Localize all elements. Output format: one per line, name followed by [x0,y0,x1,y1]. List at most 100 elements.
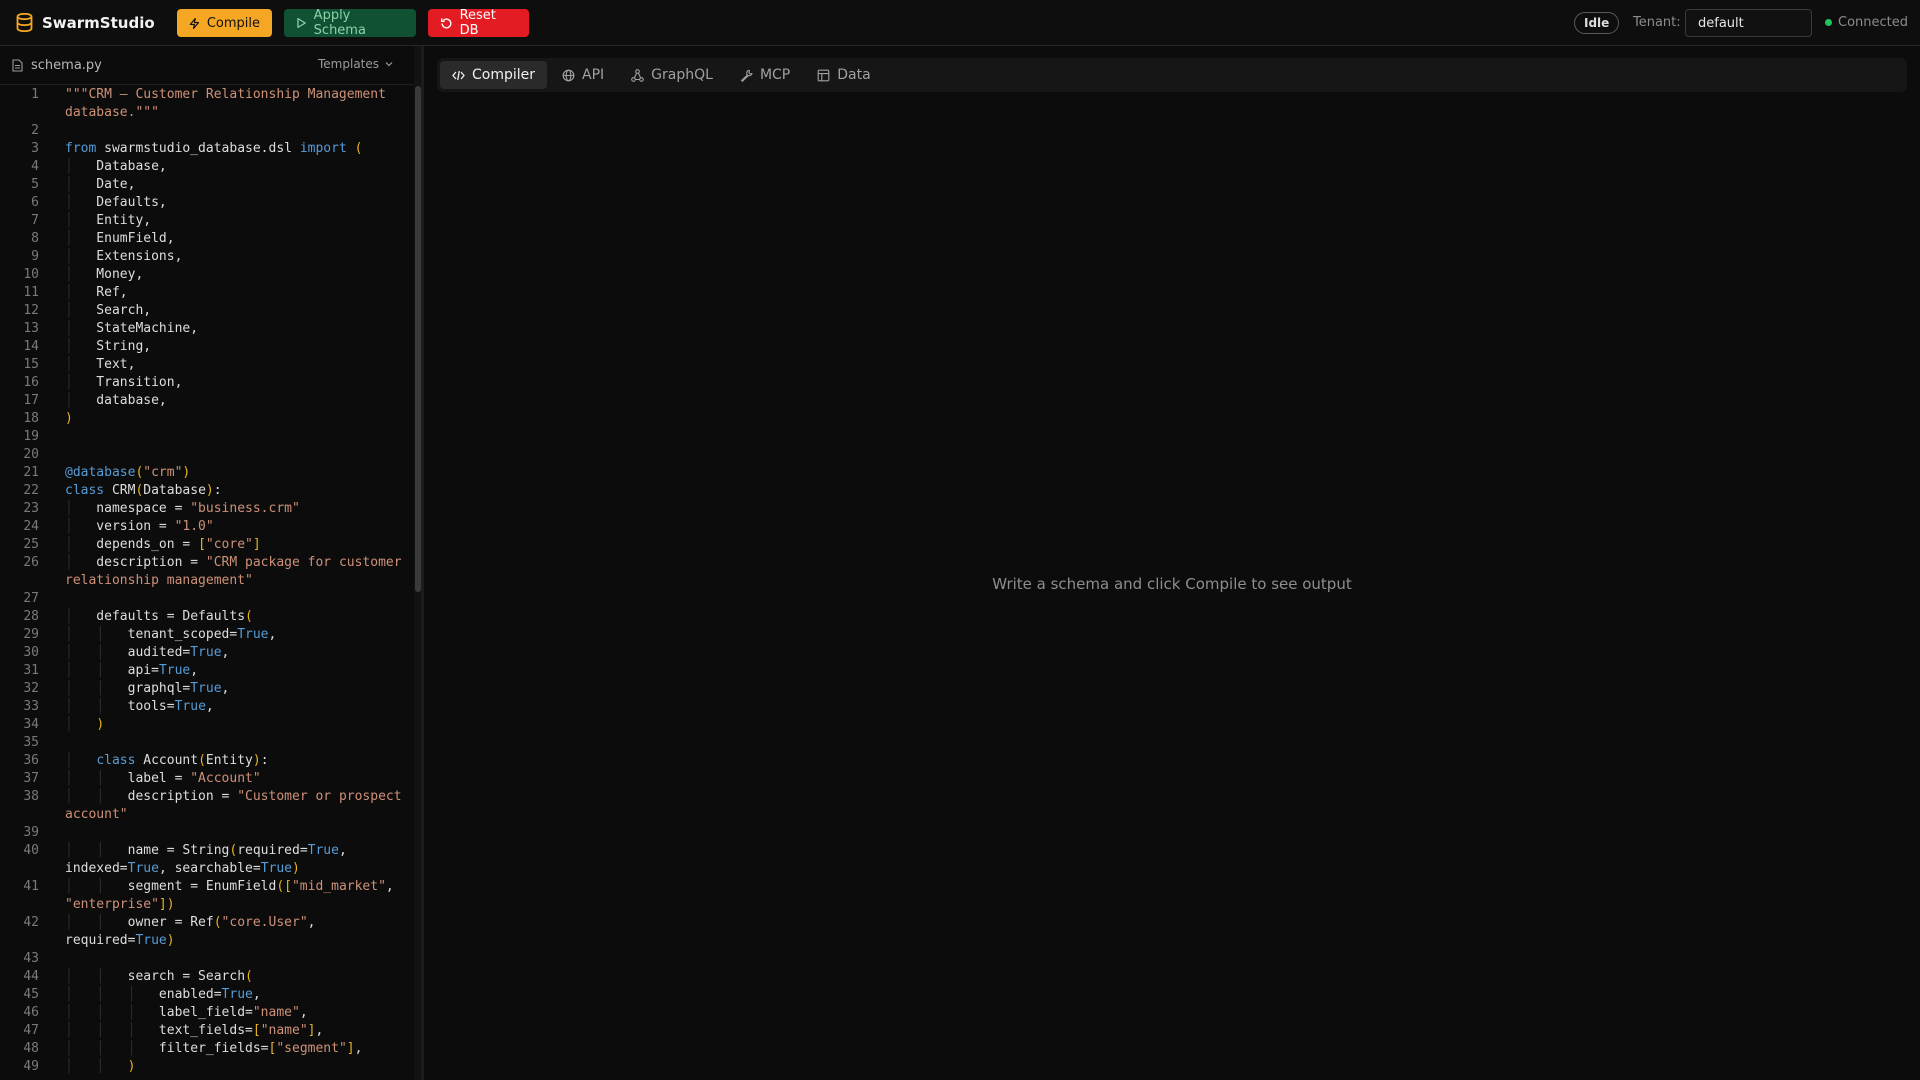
code-line[interactable]: 13 │ StateMachine, [0,320,414,338]
code-line[interactable]: 17 │ database, [0,392,414,410]
code-text: │ │ │ label_field="name", [65,1005,308,1020]
code-line[interactable]: 4 │ Database, [0,158,414,176]
code-line[interactable]: 46 │ │ │ label_field="name", [0,1004,414,1022]
code-line[interactable]: 34 │ ) [0,716,414,734]
code-line[interactable]: 49 │ │ ) [0,1058,414,1076]
code-text: │ │ description = "Customer or prospect … [65,789,410,822]
code-line[interactable]: 25 │ depends_on = ["core"] [0,536,414,554]
code-line[interactable]: 32 │ │ graphql=True, [0,680,414,698]
code-line[interactable]: 44 │ │ search = Search( [0,968,414,986]
code-line[interactable]: 9 │ Extensions, [0,248,414,266]
globe-icon [562,69,575,81]
graph-icon [631,68,645,82]
line-number: 47 [23,1023,39,1038]
code-text: │ Text, [65,357,136,372]
code-line[interactable]: 42 │ │ owner = Ref("core.User", required=… [0,914,414,950]
code-line[interactable]: 35 [0,734,414,752]
code-line[interactable]: 38 │ │ description = "Customer or prospec… [0,788,414,824]
code-line[interactable]: 36 │ class Account(Entity): [0,752,414,770]
code-text: │ Ref, [65,285,128,300]
code-line[interactable]: 7 │ Entity, [0,212,414,230]
code-line[interactable]: 29 │ │ tenant_scoped=True, [0,626,414,644]
tab-compiler[interactable]: Compiler [440,61,548,89]
code-line[interactable]: 20 [0,446,414,464]
code-line[interactable]: 3 from swarmstudio_database.dsl import ( [0,140,414,158]
code-text: │ │ label = "Account" [65,771,261,786]
table-icon [817,69,830,81]
tenant-input[interactable] [1685,9,1812,37]
line-number: 45 [23,987,39,1002]
tab-mcp[interactable]: MCP [728,61,802,89]
rotate-ccw-icon [441,17,452,28]
line-number: 32 [23,681,39,696]
line-number: 18 [23,411,39,426]
code-line[interactable]: 1 """CRM — Customer Relationship Manageme… [0,86,414,122]
code-text: │ StateMachine, [65,321,199,336]
code-line[interactable]: 30 │ │ audited=True, [0,644,414,662]
code-text: │ defaults = Defaults( [65,609,253,624]
compile-button[interactable]: Compile [177,9,272,37]
code-line[interactable]: 47 │ │ │ text_fields=["name"], [0,1022,414,1040]
code-line[interactable]: 37 │ │ label = "Account" [0,770,414,788]
line-number: 38 [23,789,39,804]
line-number: 10 [23,267,39,282]
tab-graphql[interactable]: GraphQL [619,61,725,89]
line-number: 9 [31,249,39,264]
code-line[interactable]: 27 [0,590,414,608]
code-line[interactable]: 19 [0,428,414,446]
code-line[interactable]: 2 [0,122,414,140]
database-icon [16,13,33,32]
apply-schema-button[interactable]: Apply Schema [284,8,416,38]
code-text: │ EnumField, [65,231,175,246]
line-number: 43 [23,951,39,966]
code-line[interactable]: 12 │ Search, [0,302,414,320]
code-line[interactable]: 14 │ String, [0,338,414,356]
code-line[interactable]: 28 │ defaults = Defaults( [0,608,414,626]
code-line[interactable]: 31 │ │ api=True, [0,662,414,680]
code-line[interactable]: 8 │ EnumField, [0,230,414,248]
tab-api[interactable]: API [550,61,616,89]
code-text: │ ) [65,717,105,732]
reset-db-button[interactable]: Reset DB [428,8,529,38]
tab-data[interactable]: Data [805,61,882,89]
code-line[interactable]: 23 │ namespace = "business.crm" [0,500,414,518]
code-line[interactable]: 10 │ Money, [0,266,414,284]
code-line[interactable]: 48 │ │ │ filter_fields=["segment"], [0,1040,414,1058]
line-number: 41 [23,879,39,894]
code-line[interactable]: 33 │ │ tools=True, [0,698,414,716]
code-line[interactable]: 39 [0,824,414,842]
line-number: 6 [31,195,39,210]
line-number: 28 [23,609,39,624]
connection-label: Connected [1838,15,1909,30]
code-text: │ │ graphql=True, [65,681,230,696]
code-editor[interactable]: 1 """CRM — Customer Relationship Manageme… [0,86,414,1080]
code-line[interactable]: 5 │ Date, [0,176,414,194]
tab-mcp-label: MCP [759,67,791,83]
connection-status: Connected [1825,15,1908,30]
code-line[interactable]: 41 │ │ segment = EnumField(["mid_market",… [0,878,414,914]
code-line[interactable]: 15 │ Text, [0,356,414,374]
file-tab[interactable]: schema.py [12,58,102,73]
code-line[interactable]: 40 │ │ name = String(required=True, index… [0,842,414,878]
code-line[interactable]: 22 class CRM(Database): [0,482,414,500]
code-text: │ class Account(Entity): [65,753,269,768]
code-icon [452,70,465,80]
code-text: │ │ search = Search( [65,969,253,984]
code-line[interactable]: 18) [0,410,414,428]
line-number: 40 [23,843,39,858]
code-line[interactable]: 16 │ Transition, [0,374,414,392]
line-number: 22 [23,483,39,498]
code-line[interactable]: 43 [0,950,414,968]
file-name: schema.py [31,57,102,73]
code-text: │ │ name = String(required=True, indexed… [65,843,355,876]
templates-dropdown[interactable]: Templates [318,57,393,71]
code-line[interactable]: 24 │ version = "1.0" [0,518,414,536]
code-line[interactable]: 45 │ │ │ enabled=True, [0,986,414,1004]
compile-label: Compile [206,15,260,31]
line-number: 3 [31,141,39,156]
code-line[interactable]: 6 │ Defaults, [0,194,414,212]
code-line[interactable]: 11 │ Ref, [0,284,414,302]
code-line[interactable]: 26 │ description = "CRM package for custo… [0,554,414,590]
code-line[interactable]: 21 @database("crm") [0,464,414,482]
